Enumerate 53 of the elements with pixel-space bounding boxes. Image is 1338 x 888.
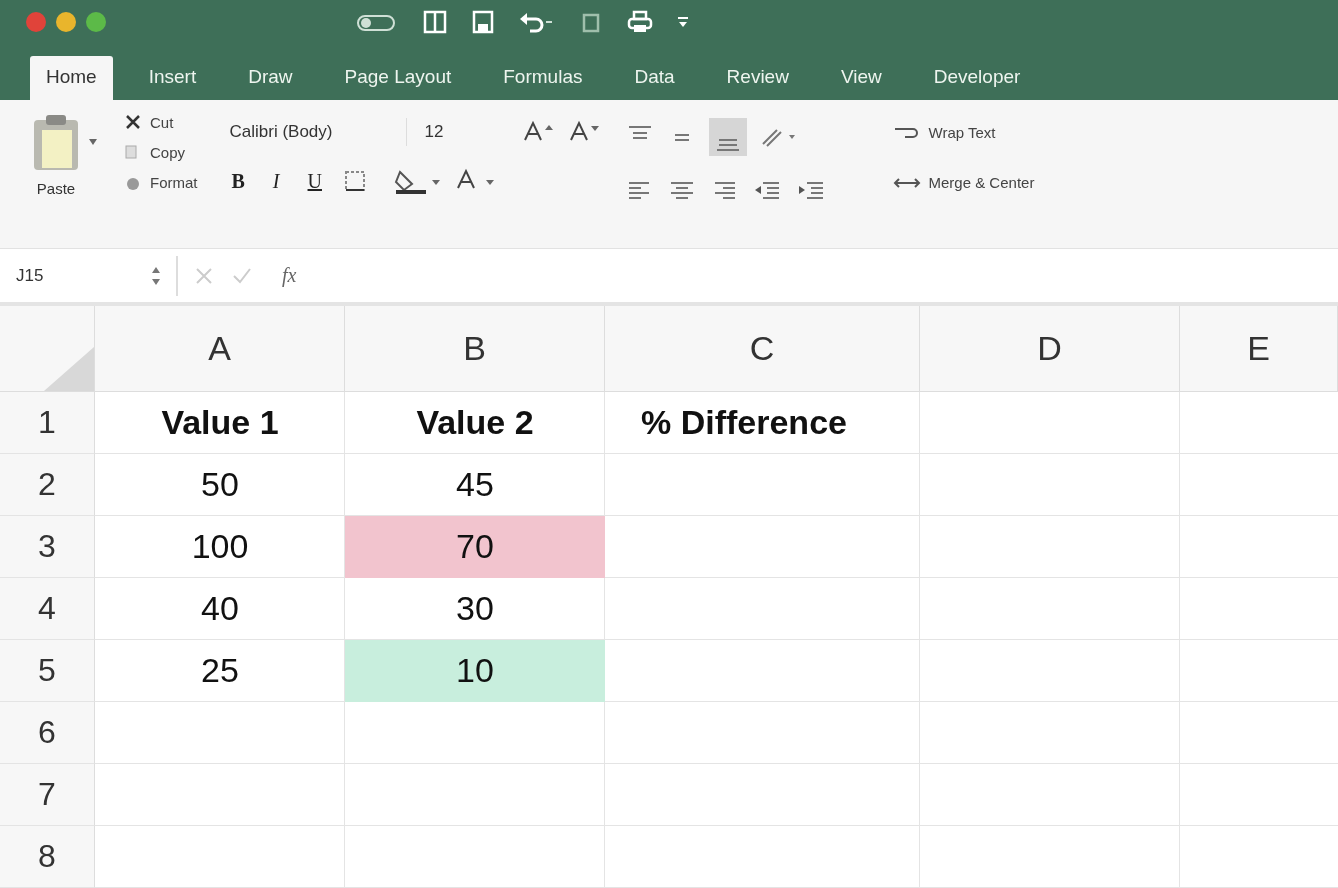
- merge-center-button[interactable]: Merge & Center: [888, 171, 1039, 194]
- table-cell-text: 100: [190, 526, 250, 568]
- table-cell-text: Value 2: [415, 402, 535, 444]
- ribbon-tab[interactable]: Formulas: [487, 55, 599, 100]
- column-header[interactable]: D: [920, 306, 1180, 392]
- underline-button[interactable]: U: [299, 167, 330, 195]
- row-header[interactable]: 3: [0, 516, 95, 578]
- format-painter-button[interactable]: Format: [120, 171, 202, 194]
- table-cell-text: 45: [455, 464, 495, 506]
- maximize-icon[interactable]: [86, 12, 106, 33]
- ribbon-tab[interactable]: Review: [710, 55, 805, 100]
- paste-button[interactable]: Paste: [28, 111, 84, 197]
- table-cell-text: 40: [200, 588, 240, 630]
- ribbon-tab[interactable]: View: [824, 55, 898, 100]
- wrap-text-button[interactable]: Wrap Text: [888, 121, 1039, 144]
- table-cell-text: 25: [200, 650, 240, 692]
- ribbon-tab[interactable]: Data: [618, 55, 691, 100]
- table-cell-text: 50: [200, 464, 240, 506]
- row-header[interactable]: 5: [0, 640, 95, 702]
- corner-triangle-icon: [44, 347, 94, 391]
- align-bottom-icon[interactable]: [708, 117, 747, 156]
- row-header[interactable]: 4: [0, 578, 95, 640]
- table-cell-text: Value 1: [160, 402, 280, 444]
- row-header[interactable]: 2: [0, 454, 95, 516]
- copy-button[interactable]: Copy: [120, 141, 202, 164]
- row-header[interactable]: 7: [0, 764, 95, 826]
- table-cell-text: 30: [455, 588, 495, 630]
- cut-button[interactable]: Cut: [120, 111, 202, 134]
- row-header[interactable]: 6: [0, 702, 95, 764]
- fill-color-icon[interactable]: [394, 168, 442, 195]
- column-header[interactable]: A: [95, 306, 345, 392]
- grid-icon[interactable]: [422, 9, 448, 36]
- ribbon-tab[interactable]: Insert: [132, 55, 213, 100]
- font-family-dropdown[interactable]: Calibri (Body): [223, 117, 407, 146]
- table-cell-text: % Difference: [640, 402, 848, 444]
- column-header[interactable]: E: [1180, 306, 1338, 392]
- column-header[interactable]: C: [605, 306, 920, 392]
- minimize-icon[interactable]: [56, 12, 76, 33]
- italic-button[interactable]: I: [264, 167, 288, 195]
- function-button[interactable]: fx: [282, 264, 297, 288]
- ribbon-tab[interactable]: Developer: [917, 55, 1037, 100]
- font-size-dropdown[interactable]: 12: [418, 117, 511, 146]
- row-header[interactable]: 8: [0, 826, 95, 888]
- row-header[interactable]: 1: [0, 392, 95, 454]
- ribbon-tab[interactable]: Draw: [232, 55, 309, 100]
- bold-button[interactable]: B: [223, 167, 253, 195]
- ribbon-tab[interactable]: Home: [30, 55, 113, 100]
- ribbon-tab[interactable]: Page Layout: [328, 55, 468, 100]
- table-cell: 70: [345, 516, 605, 578]
- save-icon[interactable]: [470, 9, 496, 36]
- name-box[interactable]: J15: [16, 265, 136, 286]
- table-cell: 10: [345, 640, 605, 702]
- column-header[interactable]: B: [345, 306, 605, 392]
